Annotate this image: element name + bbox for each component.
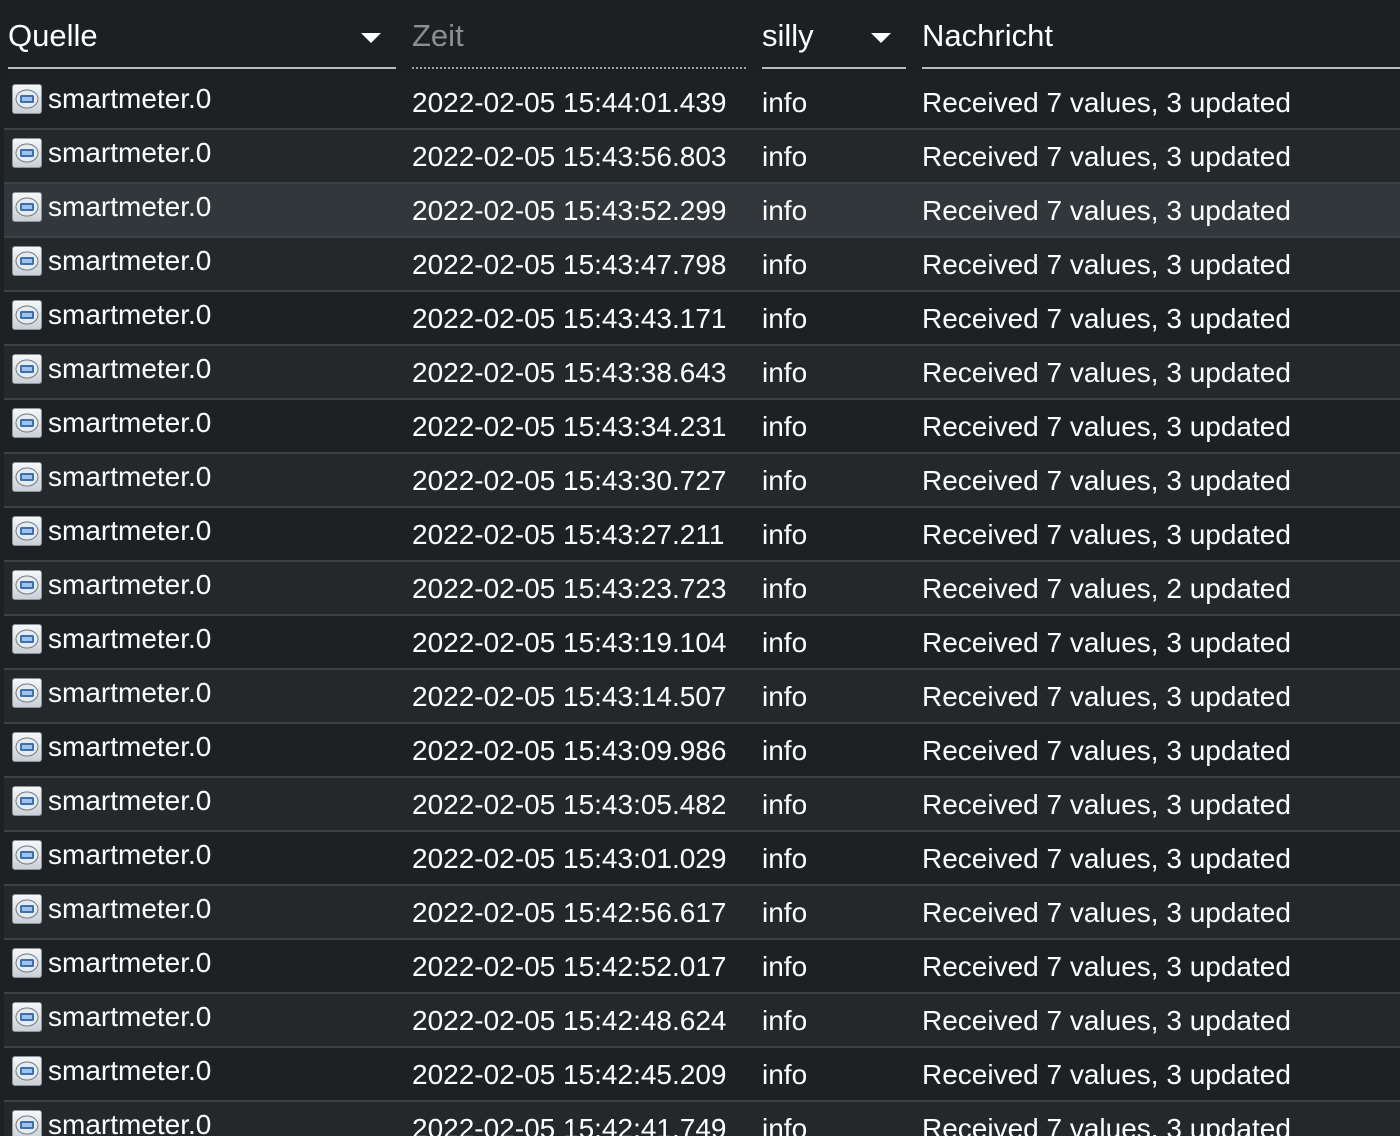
log-row[interactable]: smartmeter.0 2022-02-05 15:44:01.439 inf… [4,76,1400,130]
message-filter-label: Nachricht [922,18,1053,53]
log-source-text: smartmeter.0 [48,353,212,384]
log-source-text: smartmeter.0 [48,677,212,708]
message-filter-input[interactable]: Nachricht [922,0,1400,69]
smartmeter-adapter-icon [12,1002,42,1032]
log-row[interactable]: smartmeter.0 2022-02-05 15:43:30.727 inf… [4,454,1400,508]
log-row[interactable]: smartmeter.0 2022-02-05 15:43:34.231 inf… [4,400,1400,454]
log-row[interactable]: smartmeter.0 2022-02-05 15:42:48.624 inf… [4,994,1400,1048]
log-source-text: smartmeter.0 [48,839,212,870]
log-source-text: smartmeter.0 [48,245,212,276]
smartmeter-adapter-icon [12,462,42,492]
smartmeter-adapter-icon [12,732,42,762]
log-message: Received 7 values, 3 updated [922,1113,1291,1136]
log-time: 2022-02-05 15:42:41.749 [412,1113,727,1136]
log-rows: smartmeter.0 2022-02-05 15:44:01.439 inf… [4,76,1400,1136]
log-row[interactable]: smartmeter.0 2022-02-05 15:43:47.798 inf… [4,238,1400,292]
smartmeter-adapter-icon [12,246,42,276]
log-source-text: smartmeter.0 [48,785,212,816]
caret-down-icon[interactable] [871,33,891,43]
time-filter-placeholder: Zeit [412,18,464,53]
log-source-text: smartmeter.0 [48,947,212,978]
caret-down-icon[interactable] [361,33,381,43]
log-source-text: smartmeter.0 [48,83,212,114]
log-source-text: smartmeter.0 [48,191,212,222]
smartmeter-adapter-icon [12,1110,42,1136]
smartmeter-adapter-icon [12,84,42,114]
log-source-text: smartmeter.0 [48,569,212,600]
log-source-text: smartmeter.0 [48,515,212,546]
smartmeter-adapter-icon [12,894,42,924]
log-row[interactable]: smartmeter.0 2022-02-05 15:43:09.986 inf… [4,724,1400,778]
smartmeter-adapter-icon [12,570,42,600]
log-row[interactable]: smartmeter.0 2022-02-05 15:43:19.104 inf… [4,616,1400,670]
smartmeter-adapter-icon [12,948,42,978]
log-source-text: smartmeter.0 [48,623,212,654]
log-source-text: smartmeter.0 [48,137,212,168]
source-filter-select[interactable]: Quelle [8,0,396,69]
log-row[interactable]: smartmeter.0 2022-02-05 15:43:14.507 inf… [4,670,1400,724]
log-source-text: smartmeter.0 [48,1055,212,1086]
log-row[interactable]: smartmeter.0 2022-02-05 15:43:52.299 inf… [4,184,1400,238]
severity-filter-label: silly [762,18,814,53]
log-row[interactable]: smartmeter.0 2022-02-05 15:42:41.749 inf… [4,1102,1400,1136]
severity-filter-select[interactable]: silly [762,0,906,69]
log-source-text: smartmeter.0 [48,893,212,924]
log-source-text: smartmeter.0 [48,1109,212,1136]
smartmeter-adapter-icon [12,678,42,708]
smartmeter-adapter-icon [12,1056,42,1086]
log-source-text: smartmeter.0 [48,731,212,762]
log-severity: info [762,1113,808,1136]
smartmeter-adapter-icon [12,624,42,654]
smartmeter-adapter-icon [12,408,42,438]
log-row[interactable]: smartmeter.0 2022-02-05 15:43:27.211 inf… [4,508,1400,562]
log-row[interactable]: smartmeter.0 2022-02-05 15:43:38.643 inf… [4,346,1400,400]
log-table-header: Quelle Zeit silly Nachricht [0,0,1400,74]
log-source-text: smartmeter.0 [48,299,212,330]
log-source-text: smartmeter.0 [48,461,212,492]
log-row[interactable]: smartmeter.0 2022-02-05 15:43:05.482 inf… [4,778,1400,832]
log-row[interactable]: smartmeter.0 2022-02-05 15:42:56.617 inf… [4,886,1400,940]
time-filter-input[interactable]: Zeit [412,0,746,69]
log-row[interactable]: smartmeter.0 2022-02-05 15:43:01.029 inf… [4,832,1400,886]
source-filter-label: Quelle [8,18,98,53]
log-source-text: smartmeter.0 [48,1001,212,1032]
smartmeter-adapter-icon [12,516,42,546]
smartmeter-adapter-icon [12,354,42,384]
smartmeter-adapter-icon [12,786,42,816]
smartmeter-adapter-icon [12,840,42,870]
smartmeter-adapter-icon [12,192,42,222]
log-row[interactable]: smartmeter.0 2022-02-05 15:42:45.209 inf… [4,1048,1400,1102]
smartmeter-adapter-icon [12,138,42,168]
log-viewer: Quelle Zeit silly Nachricht smartmeter.0 [0,0,1400,1136]
log-row[interactable]: smartmeter.0 2022-02-05 15:42:52.017 inf… [4,940,1400,994]
log-row[interactable]: smartmeter.0 2022-02-05 15:43:56.803 inf… [4,130,1400,184]
log-row[interactable]: smartmeter.0 2022-02-05 15:43:43.171 inf… [4,292,1400,346]
smartmeter-adapter-icon [12,300,42,330]
log-row[interactable]: smartmeter.0 2022-02-05 15:43:23.723 inf… [4,562,1400,616]
log-source-text: smartmeter.0 [48,407,212,438]
